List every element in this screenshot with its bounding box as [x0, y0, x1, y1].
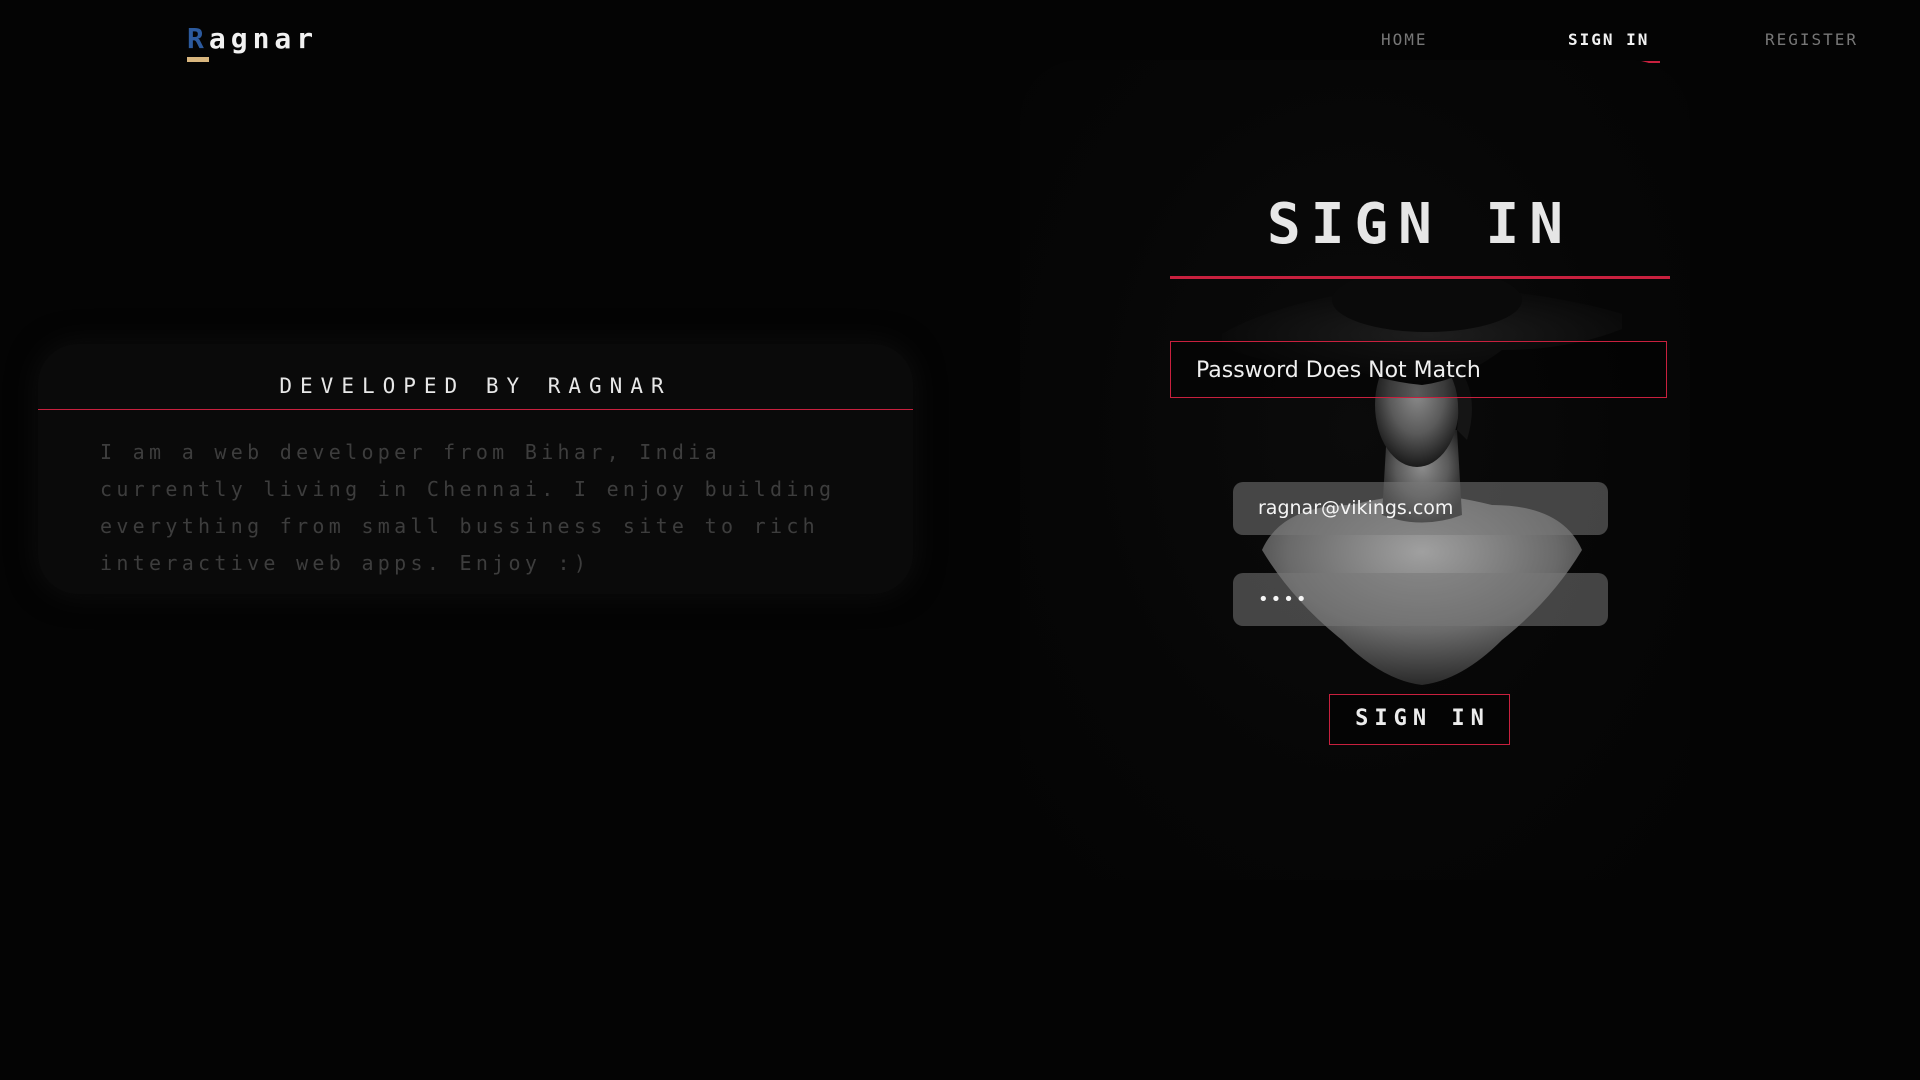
about-divider	[38, 409, 913, 410]
password-input[interactable]: ••••	[1233, 573, 1608, 626]
nav-register-link[interactable]: REGISTER	[1765, 30, 1858, 49]
about-card: DEVELOPED BY RAGNAR I am a web developer…	[38, 344, 913, 594]
nav-home-link[interactable]: HOME	[1381, 30, 1428, 49]
email-input[interactable]: ragnar@vikings.com	[1233, 482, 1608, 535]
logo-initial: R	[187, 22, 209, 62]
page: Ragnar HOME SIGN IN REGISTER DEVELOPED B…	[0, 0, 1920, 1080]
signin-button[interactable]: SIGN IN	[1329, 694, 1510, 745]
about-description: I am a web developer from Bihar, India c…	[100, 440, 836, 575]
error-alert: Password Does Not Match	[1170, 341, 1667, 398]
error-message: Password Does Not Match	[1196, 358, 1481, 383]
nav-signin-link[interactable]: SIGN IN	[1568, 30, 1649, 49]
about-title: DEVELOPED BY RAGNAR	[279, 374, 672, 398]
signin-divider	[1170, 276, 1670, 279]
logo-text: agnar	[208, 22, 319, 55]
signin-heading: SIGN IN	[1266, 192, 1573, 257]
site-logo[interactable]: Ragnar	[187, 22, 319, 62]
